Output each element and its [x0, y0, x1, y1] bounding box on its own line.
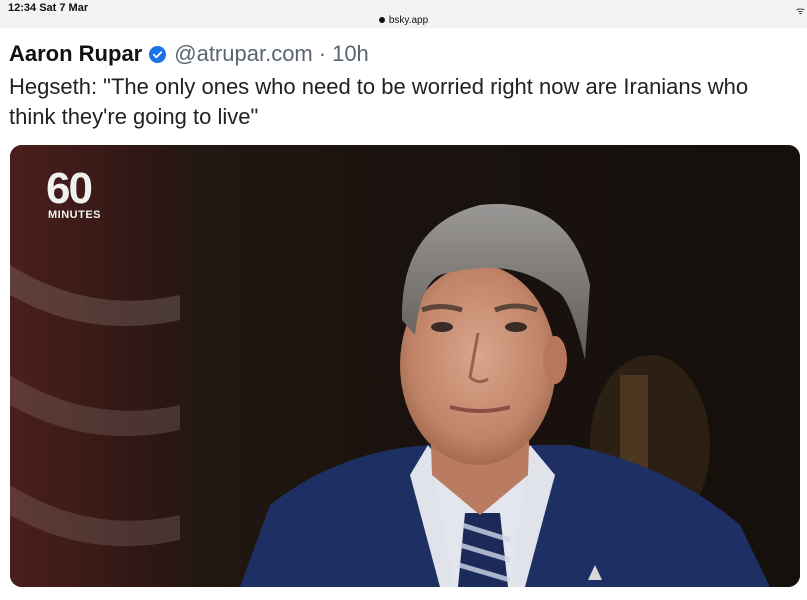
- lock-icon: [378, 17, 385, 24]
- video-frame-illustration: [10, 145, 800, 587]
- verified-icon: [149, 45, 167, 63]
- logo-60: 60: [46, 164, 93, 213]
- url-text: bsky.app: [388, 15, 429, 26]
- wifi-icon: ᯤ: [795, 6, 805, 17]
- logo-minutes: MINUTES: [48, 209, 101, 221]
- url-bar[interactable]: bsky.app: [0, 15, 807, 26]
- post-video-thumbnail[interactable]: 60 MINUTES: [10, 145, 800, 587]
- status-time: 12:34 Sat 7 Mar: [8, 2, 89, 14]
- author-handle[interactable]: @atrupar.com: [174, 41, 313, 67]
- post-text: Hegseth: "The only ones who need to be w…: [9, 74, 749, 129]
- author-name[interactable]: Aaron Rupar: [9, 41, 142, 67]
- post-time[interactable]: 10h: [332, 41, 369, 67]
- separator: ·: [318, 41, 327, 66]
- status-bar: 12:34 Sat 7 Mar bsky.app ᯤ: [0, 0, 807, 28]
- post-header: Aaron Rupar @atrupar.com · 10h: [9, 40, 369, 68]
